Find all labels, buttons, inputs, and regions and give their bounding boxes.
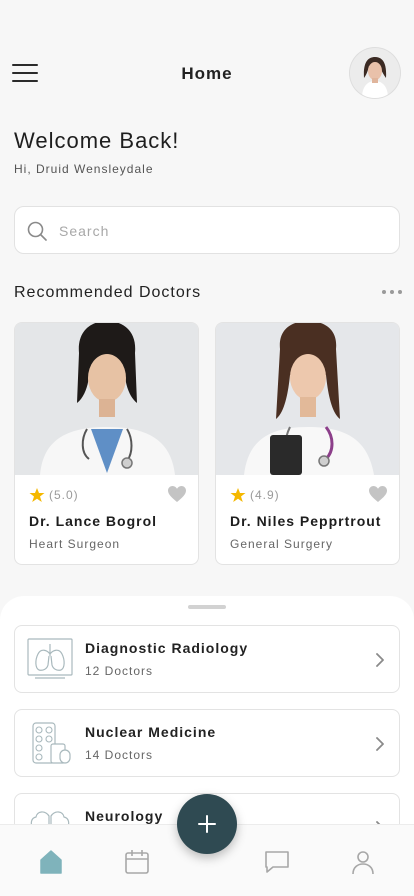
star-icon [230, 488, 246, 502]
heart-icon[interactable] [368, 485, 388, 503]
welcome-title: Welcome Back! [14, 128, 180, 153]
star-icon [29, 488, 45, 502]
calendar-icon[interactable] [124, 849, 150, 875]
chevron-right-icon [376, 737, 384, 751]
doctor-photo [15, 323, 198, 475]
doctor-specialty: General Surgery [230, 537, 334, 551]
chat-icon[interactable] [264, 849, 290, 875]
specialty-name: Diagnostic Radiology [85, 640, 249, 656]
doctor-photo [216, 323, 399, 475]
specialty-item-radiology[interactable]: Diagnostic Radiology 12 Doctors [14, 625, 400, 693]
specialty-count: 12 Doctors [85, 664, 154, 678]
avatar[interactable] [350, 48, 400, 98]
sheet-handle[interactable] [188, 605, 226, 609]
search-input[interactable] [59, 217, 379, 245]
search-bar[interactable] [14, 206, 400, 254]
lungs-icon [27, 638, 73, 679]
heart-icon[interactable] [167, 485, 187, 503]
plus-icon [198, 815, 216, 833]
profile-icon[interactable] [350, 849, 376, 875]
chevron-right-icon [376, 653, 384, 667]
specialty-name: Neurology [85, 808, 164, 824]
doctor-name: Dr. Niles Pepprtrout [230, 513, 382, 529]
specialty-count: 14 Doctors [85, 748, 154, 762]
greeting-text: Hi, Druid Wensleydale [14, 162, 154, 176]
doctor-name: Dr. Lance Bogrol [29, 513, 158, 529]
more-icon[interactable] [382, 290, 402, 296]
rating-text: (5.0) [49, 488, 79, 502]
specialty-item-nuclear-medicine[interactable]: Nuclear Medicine 14 Doctors [14, 709, 400, 777]
section-title-recommended: Recommended Doctors [14, 284, 202, 301]
rating-text: (4.9) [250, 488, 280, 502]
doctor-card[interactable]: (5.0) Dr. Lance Bogrol Heart Surgeon [14, 322, 199, 565]
home-icon[interactable] [38, 849, 64, 875]
header: Home [0, 44, 414, 104]
doctor-card[interactable]: (4.9) Dr. Niles Pepprtrout General Surge… [215, 322, 400, 565]
doctor-specialty: Heart Surgeon [29, 537, 121, 551]
add-button[interactable] [177, 794, 237, 854]
specialty-name: Nuclear Medicine [85, 724, 217, 740]
pills-icon [32, 722, 71, 764]
search-icon [27, 221, 47, 241]
